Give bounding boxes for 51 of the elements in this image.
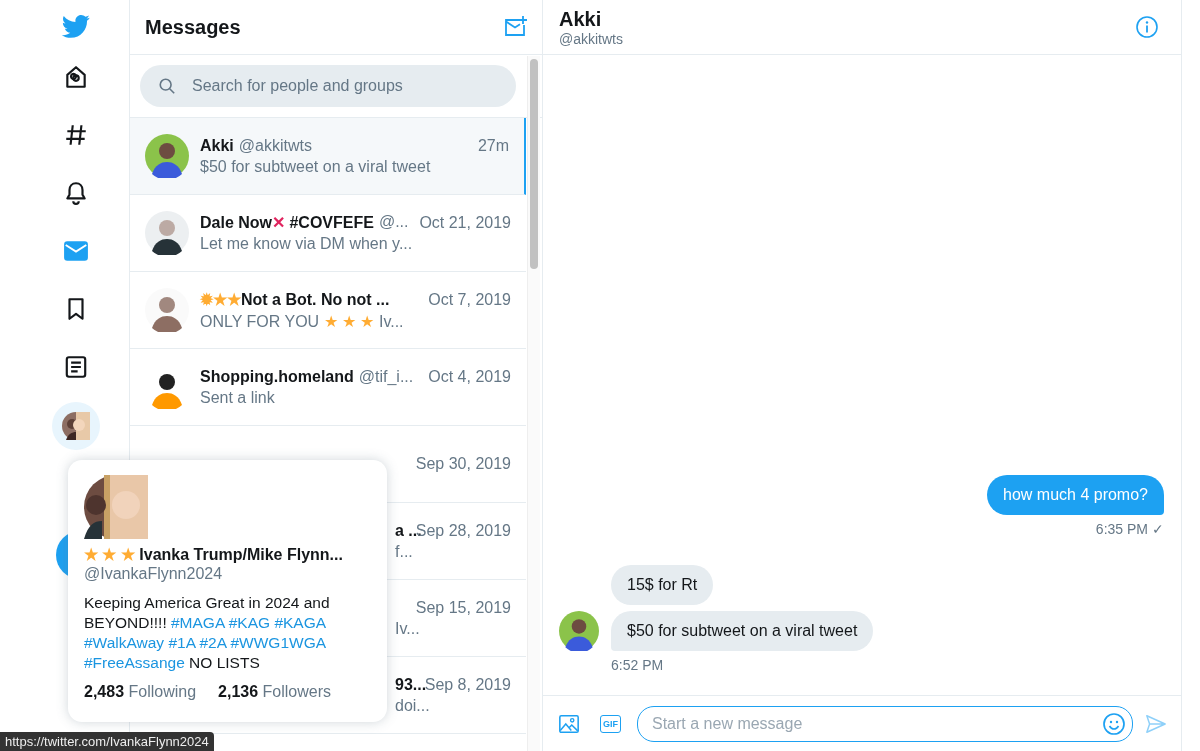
message-preview: f... [395,542,414,561]
read-mark: ✓ [1152,521,1164,537]
message-field[interactable]: Start a new message [650,713,1102,734]
message-preview: $50 for subtweet on a viral tweet [200,157,432,176]
search-icon [158,77,176,95]
contact-name: Akki [200,136,234,155]
message-bubble: $50 for subtweet on a viral tweet [611,611,874,651]
conversation-name: Akki [559,6,603,31]
profile-name[interactable]: ★ ★ ★ Ivanka Trump/Mike Flynn... [84,545,371,564]
message-date: Oct 7, 2019 [428,290,511,309]
contact-handle: @... [378,213,409,232]
scrollbar[interactable] [527,56,540,751]
message-time: 6:35 PM [1095,521,1148,537]
message-date: Sep 8, 2019 [424,675,511,694]
image-icon[interactable] [558,712,580,735]
message-date: Oct 21, 2019 [419,214,511,232]
message-date: 27m [477,136,509,155]
message-time: 6:52 PM [611,657,664,673]
send-icon[interactable] [1145,712,1167,735]
search-field[interactable]: Search for people and groups [190,76,498,96]
bird-icon[interactable] [60,14,91,40]
contact-name: Shopping.homeland [200,367,354,386]
status-url: https://twitter.com/IvankaFlynn2024 [0,732,214,751]
message-bubble: how much 4 promo? [987,475,1164,515]
conversation-item[interactable]: ✹★★Not a Bot. No not ... Oct 7, 2019 ONLY FOR YOU ★ ★ ★ Iv... [130,272,526,349]
conversation-item[interactable]: Akki @akkitwts 27m $50 for subtweet on a viral tweet [130,118,526,195]
panel-title: Messages [145,15,241,39]
conversation-item[interactable]: Dale Now✕ #COVFEFE @... Oct 21, 2019 Let me know via DM when y... [130,195,526,272]
profile-handle: @IvankaFlynn2024 [84,565,224,583]
new-message-icon[interactable] [503,15,527,39]
conversation-handle: @akkitwts [559,30,623,48]
profile-button[interactable] [51,402,100,450]
message-box[interactable]: Start a new message [637,705,1133,742]
message-date: Sep 15, 2019 [415,598,511,617]
search-bar[interactable]: Search for people and groups [140,65,516,107]
contact-handle: @akkitwts [238,136,312,155]
message-preview: Sent a link [200,388,276,407]
contact-handle: @tif_i... [358,367,414,386]
contact-name: ✹★★Not a Bot. No not ... [200,289,390,309]
emoji-icon[interactable] [1102,711,1126,736]
info-icon[interactable] [1135,15,1159,39]
message-date: Oct 4, 2019 [428,367,511,386]
contact-name: Dale Now✕ #COVFEFE [200,213,374,232]
message-preview: ONLY FOR YOU ★ ★ ★ Iv... [200,311,405,331]
message-preview: Iv... [395,619,421,638]
followers-link[interactable]: 2,136 Followers [218,683,332,701]
message-preview: Let me know via DM when y... [200,235,414,253]
message-bubble: 15$ for Rt [611,565,714,605]
message-preview: doi... [395,696,431,715]
message-date: Sep 30, 2019 [415,455,511,473]
conversation-item[interactable]: Shopping.homeland @tif_i... Oct 4, 2019 Sent a link [130,349,526,426]
